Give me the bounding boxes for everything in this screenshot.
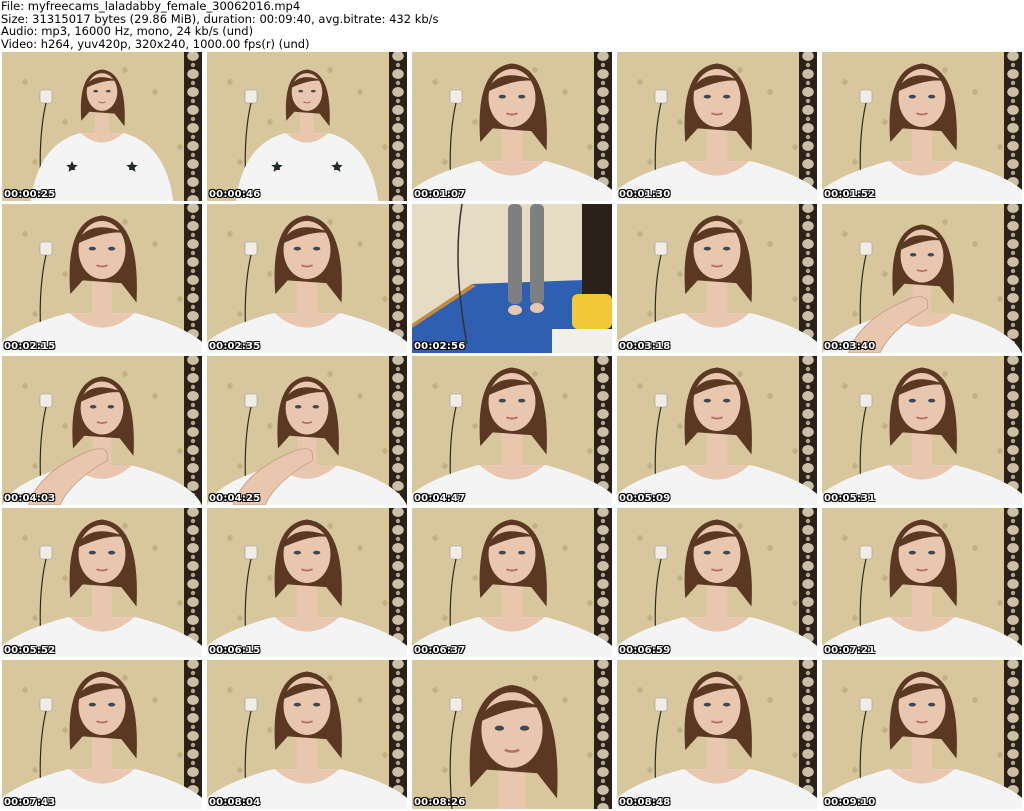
frame-image [207, 356, 407, 505]
frame-timestamp: 00:02:15 [4, 341, 56, 352]
frame-image [822, 660, 1022, 809]
video-frame-thumbnail: 00:05:31 [822, 356, 1022, 505]
frame-timestamp: 00:05:09 [619, 493, 671, 504]
video-frame-thumbnail: 00:01:07 [412, 52, 612, 201]
frame-image [207, 204, 407, 353]
video-frame-thumbnail: 00:06:15 [207, 508, 407, 657]
frame-image [2, 356, 202, 505]
frame-image [412, 508, 612, 657]
video-frame-thumbnail: 00:04:47 [412, 356, 612, 505]
video-frame-thumbnail: 00:03:40 [822, 204, 1022, 353]
frame-image [2, 52, 202, 201]
frame-image [617, 204, 817, 353]
frame-timestamp: 00:04:47 [414, 493, 466, 504]
video-frame-thumbnail: 00:03:18 [617, 204, 817, 353]
frame-timestamp: 00:08:26 [414, 797, 466, 808]
frame-timestamp: 00:07:21 [824, 645, 876, 656]
frame-image [822, 356, 1022, 505]
frame-timestamp: 00:08:48 [619, 797, 671, 808]
frame-image [207, 52, 407, 201]
video-frame-thumbnail: 00:08:48 [617, 660, 817, 809]
frame-image [617, 508, 817, 657]
frame-timestamp: 00:01:07 [414, 189, 466, 200]
frame-timestamp: 00:05:31 [824, 493, 876, 504]
frame-timestamp: 00:05:52 [4, 645, 56, 656]
frame-timestamp: 00:03:40 [824, 341, 876, 352]
frame-timestamp: 00:03:18 [619, 341, 671, 352]
frame-image [617, 52, 817, 201]
video-frame-thumbnail: 00:07:21 [822, 508, 1022, 657]
video-frame-thumbnail: 00:00:25 [2, 52, 202, 201]
frame-image [617, 660, 817, 809]
video-frame-thumbnail: 00:02:15 [2, 204, 202, 353]
frame-timestamp: 00:06:15 [209, 645, 261, 656]
frame-image [2, 508, 202, 657]
frame-image [617, 356, 817, 505]
frame-timestamp: 00:02:56 [414, 341, 466, 352]
video-frame-thumbnail: 00:05:52 [2, 508, 202, 657]
frame-image [412, 52, 612, 201]
video-info-line: Video: h264, yuv420p, 320x240, 1000.00 f… [1, 36, 310, 51]
thumbnail-grid: 00:00:25 00:00:46 00:01:07 00:01:30 00:01:52… [2, 52, 1022, 811]
video-frame-thumbnail: 00:08:04 [207, 660, 407, 809]
frame-timestamp: 00:09:10 [824, 797, 876, 808]
video-frame-thumbnail: 00:07:43 [2, 660, 202, 809]
frame-timestamp: 00:01:52 [824, 189, 876, 200]
frame-image [412, 356, 612, 505]
frame-timestamp: 00:06:37 [414, 645, 466, 656]
video-frame-thumbnail: 00:01:52 [822, 52, 1022, 201]
file-name-line: File: myfreecams_laladabby_female_300620… [1, 0, 301, 13]
video-frame-thumbnail: 00:02:35 [207, 204, 407, 353]
frame-timestamp: 00:00:46 [209, 189, 261, 200]
frame-image [207, 660, 407, 809]
frame-image [822, 204, 1022, 353]
frame-timestamp: 00:06:59 [619, 645, 671, 656]
video-frame-thumbnail: 00:06:37 [412, 508, 612, 657]
frame-image [2, 204, 202, 353]
frame-image [2, 660, 202, 809]
video-frame-thumbnail: 00:01:30 [617, 52, 817, 201]
frame-image [412, 660, 612, 809]
frame-timestamp: 00:07:43 [4, 797, 56, 808]
frame-timestamp: 00:04:03 [4, 493, 56, 504]
frame-timestamp: 00:01:30 [619, 189, 671, 200]
frame-timestamp: 00:08:04 [209, 797, 261, 808]
video-frame-thumbnail: 00:00:46 [207, 52, 407, 201]
video-frame-thumbnail: 00:02:56 [412, 204, 612, 353]
frame-image [412, 204, 612, 353]
frame-image [207, 508, 407, 657]
video-frame-thumbnail: 00:04:03 [2, 356, 202, 505]
frame-image [822, 508, 1022, 657]
video-frame-thumbnail: 00:05:09 [617, 356, 817, 505]
video-frame-thumbnail: 00:08:26 [412, 660, 612, 809]
audio-info-line: Audio: mp3, 16000 Hz, mono, 24 kb/s (und… [1, 24, 254, 38]
frame-timestamp: 00:02:35 [209, 341, 261, 352]
info-header: File: myfreecams_laladabby_female_300620… [1, 0, 1021, 50]
video-frame-thumbnail: 00:09:10 [822, 660, 1022, 809]
frame-timestamp: 00:04:25 [209, 493, 261, 504]
video-frame-thumbnail: 00:04:25 [207, 356, 407, 505]
video-frame-thumbnail: 00:06:59 [617, 508, 817, 657]
frame-image [822, 52, 1022, 201]
frame-timestamp: 00:00:25 [4, 189, 56, 200]
